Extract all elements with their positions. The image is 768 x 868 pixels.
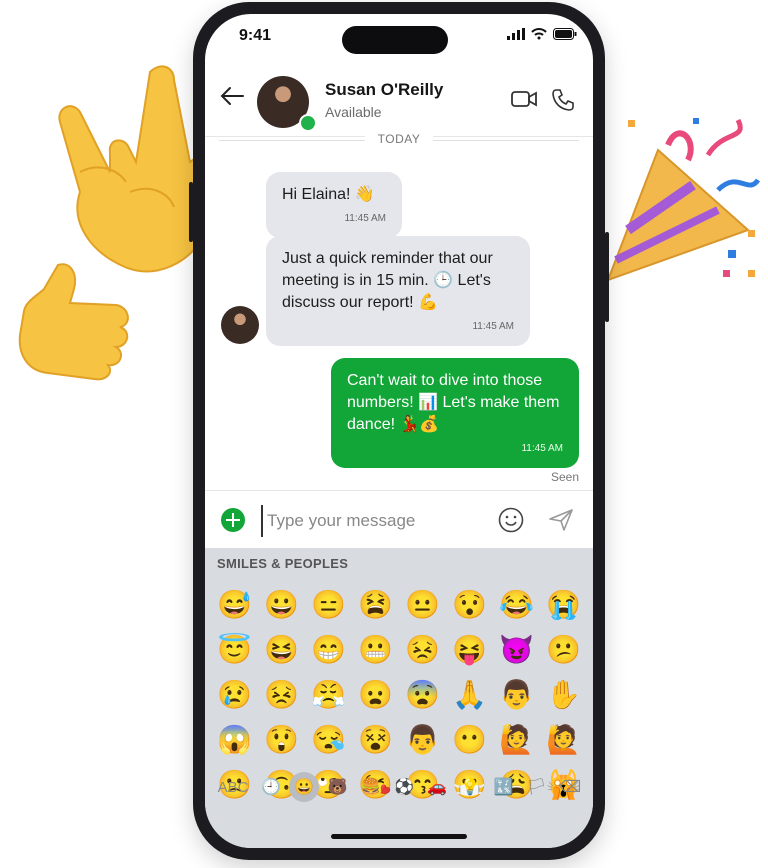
emoji-key[interactable]: 😲 xyxy=(258,717,305,762)
keyboard-tab-travel[interactable]: 🚗 xyxy=(422,772,452,802)
contact-name[interactable]: Susan O'Reilly xyxy=(325,80,443,100)
send-icon[interactable] xyxy=(549,509,573,531)
emoji-key[interactable]: 😱 xyxy=(211,717,258,762)
message-text: Hi Elaina! 👋 xyxy=(282,186,375,203)
emoji-key[interactable]: 😯 xyxy=(446,582,493,627)
keyboard-tab-symbols[interactable]: 🔣 xyxy=(489,772,519,802)
emoji-key[interactable]: 😐 xyxy=(399,582,446,627)
emoji-toggle-icon[interactable] xyxy=(498,507,524,533)
message-composer xyxy=(205,490,593,549)
keyboard-tab-animals[interactable]: 🐻 xyxy=(323,772,353,802)
power-button xyxy=(605,232,609,322)
keyboard-tab-objects[interactable]: 💡 xyxy=(455,772,485,802)
emoji-key[interactable]: 🙋 xyxy=(540,717,587,762)
keyboard-tab-recent[interactable]: 🕘 xyxy=(256,772,286,802)
emoji-key[interactable]: 😢 xyxy=(211,672,258,717)
emoji-key[interactable]: 😪 xyxy=(305,717,352,762)
phone-screen: 9:41 Susan O'Reilly Available TODAY Hi E… xyxy=(205,14,593,848)
emoji-key[interactable]: 👨 xyxy=(493,672,540,717)
keyboard-tab-food[interactable]: 🍔 xyxy=(356,772,386,802)
emoji-key[interactable]: 😣 xyxy=(399,627,446,672)
phone-frame: 9:41 Susan O'Reilly Available TODAY Hi E… xyxy=(189,2,609,860)
status-icons xyxy=(507,28,577,40)
keyboard-tab-activity[interactable]: ⚽ xyxy=(389,772,419,802)
seen-receipt: Seen xyxy=(550,470,579,484)
emoji-key[interactable]: 😝 xyxy=(446,627,493,672)
voice-call-icon[interactable] xyxy=(551,88,575,112)
emoji-key[interactable]: 🙋 xyxy=(493,717,540,762)
home-indicator xyxy=(331,834,467,839)
emoji-keyboard: SMILES & PEOPLES 😅 😀 😑 😫 😐 😯 😂 😭 😇 😆 😁 😬 😣 😝 😈 😕 😢 😣 😤 😦 😨 🙏 👨… xyxy=(205,548,593,848)
message-bubble-incoming[interactable]: Hi Elaina! 👋 11:45 AM xyxy=(266,172,402,238)
thumbs-up-emoji xyxy=(18,263,129,381)
emoji-key[interactable]: 😁 xyxy=(305,627,352,672)
emoji-key[interactable]: 😂 xyxy=(493,582,540,627)
emoji-key[interactable]: 😤 xyxy=(305,672,352,717)
emoji-category-tabs: ABC 🕘 😀 🐻 🍔 ⚽ 🚗 💡 🔣 🏳 ⌫ xyxy=(213,770,585,804)
dynamic-island xyxy=(342,26,448,54)
status-time: 9:41 xyxy=(239,27,272,44)
emoji-key[interactable]: 😬 xyxy=(352,627,399,672)
emoji-key[interactable]: 😀 xyxy=(258,582,305,627)
message-time: 11:45 AM xyxy=(472,321,514,332)
party-popper-emoji xyxy=(606,118,761,282)
emoji-key[interactable]: 😅 xyxy=(211,582,258,627)
signal-icon xyxy=(507,28,525,40)
chat-header: Susan O'Reilly Available xyxy=(205,62,593,134)
message-bubble-outgoing[interactable]: Can't wait to dive into those numbers! 📊… xyxy=(331,358,579,468)
keyboard-tab-smileys[interactable]: 😀 xyxy=(289,772,320,802)
emoji-key[interactable]: 😈 xyxy=(493,627,540,672)
emoji-key[interactable]: 😑 xyxy=(305,582,352,627)
message-text: Can't wait to dive into those numbers! 📊… xyxy=(347,372,560,433)
message-time: 11:45 AM xyxy=(344,213,386,224)
keyboard-tab-delete[interactable]: ⌫ xyxy=(555,772,585,802)
message-time: 11:45 AM xyxy=(521,443,563,454)
emoji-key[interactable]: 🙏 xyxy=(446,672,493,717)
emoji-key[interactable]: 😣 xyxy=(258,672,305,717)
emoji-key[interactable]: 😨 xyxy=(399,672,446,717)
emoji-key[interactable]: 👨 xyxy=(399,717,446,762)
volume-button xyxy=(189,182,193,242)
contact-presence: Available xyxy=(325,104,382,120)
date-divider: TODAY xyxy=(365,132,433,146)
message-input[interactable] xyxy=(261,505,489,537)
emoji-key[interactable]: 😭 xyxy=(540,582,587,627)
emoji-key[interactable]: 😆 xyxy=(258,627,305,672)
emoji-key[interactable]: 😦 xyxy=(352,672,399,717)
emoji-key[interactable]: 😕 xyxy=(540,627,587,672)
message-text: Just a quick reminder that our meeting i… xyxy=(282,250,493,311)
wifi-icon xyxy=(531,28,547,40)
add-attachment-button[interactable] xyxy=(221,508,245,532)
emoji-key[interactable]: ✋ xyxy=(540,672,587,717)
battery-icon xyxy=(553,28,577,40)
keyboard-tab-flags[interactable]: 🏳 xyxy=(522,772,552,802)
emoji-key[interactable]: 😇 xyxy=(211,627,258,672)
keyboard-tab-abc[interactable]: ABC xyxy=(213,772,253,802)
online-status-dot xyxy=(299,114,317,132)
video-call-icon[interactable] xyxy=(511,90,537,108)
emoji-category-label: SMILES & PEOPLES xyxy=(217,556,349,571)
emoji-key[interactable]: 😶 xyxy=(446,717,493,762)
emoji-key[interactable]: 😫 xyxy=(352,582,399,627)
emoji-key[interactable]: 😵 xyxy=(352,717,399,762)
sender-avatar[interactable] xyxy=(221,306,259,344)
back-arrow-icon[interactable] xyxy=(219,86,245,106)
message-bubble-incoming[interactable]: Just a quick reminder that our meeting i… xyxy=(266,236,530,346)
